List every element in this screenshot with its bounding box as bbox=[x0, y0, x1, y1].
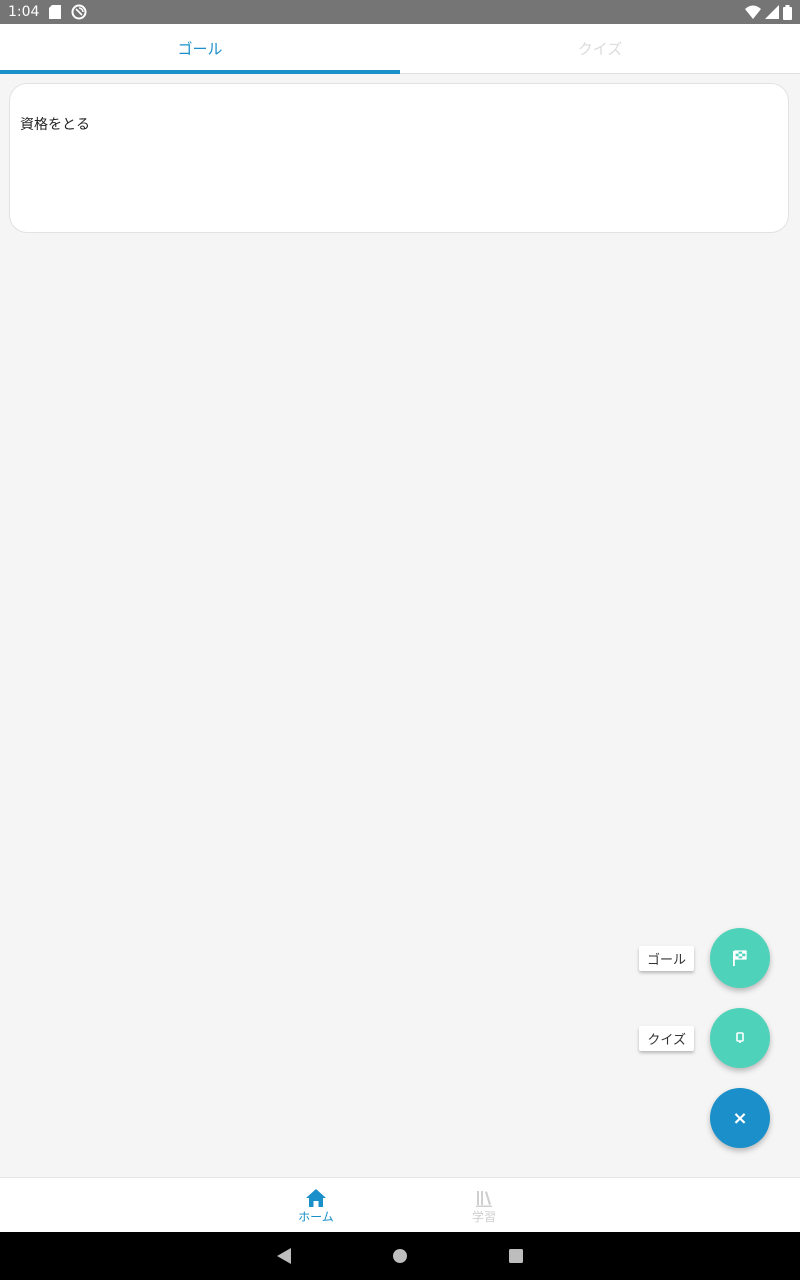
goal-card[interactable]: 資格をとる bbox=[9, 83, 789, 233]
sd-card-icon bbox=[49, 5, 62, 19]
signal-icon bbox=[765, 5, 779, 19]
home-icon bbox=[306, 1189, 326, 1207]
tab-goal[interactable]: ゴール bbox=[0, 24, 400, 74]
library-books-icon bbox=[476, 1191, 492, 1207]
tab-active-indicator bbox=[0, 70, 400, 74]
speed-dial-goal-label[interactable]: ゴール bbox=[638, 945, 694, 971]
nav-study-label: 学習 bbox=[471, 1210, 496, 1224]
close-icon: × bbox=[732, 1107, 748, 1129]
speed-dial-goal: ゴール bbox=[638, 928, 770, 988]
top-tabs: ゴール クイズ bbox=[0, 24, 800, 74]
checkered-flag-icon bbox=[733, 950, 747, 966]
nav-home-icon-wrap bbox=[305, 1186, 327, 1208]
tab-goal-label: ゴール bbox=[177, 40, 223, 58]
nav-home-label: ホーム bbox=[298, 1210, 334, 1224]
nav-study[interactable]: 学習 bbox=[450, 1178, 518, 1233]
wifi-icon bbox=[745, 5, 761, 19]
system-nav-bar bbox=[0, 1232, 800, 1280]
recents-icon[interactable] bbox=[508, 1248, 524, 1264]
status-bar: 1:04 bbox=[0, 0, 800, 24]
goal-card-text: 資格をとる bbox=[20, 117, 90, 133]
nav-study-icon-wrap bbox=[474, 1186, 494, 1208]
back-icon[interactable] bbox=[276, 1247, 292, 1265]
close-speed-dial-button[interactable]: × bbox=[710, 1088, 770, 1148]
status-time: 1:04 bbox=[8, 4, 40, 20]
question-card-icon bbox=[736, 1032, 744, 1043]
speed-dial-main: × bbox=[710, 1088, 770, 1148]
tab-quiz[interactable]: クイズ bbox=[400, 24, 800, 73]
nav-home[interactable]: ホーム bbox=[282, 1178, 350, 1233]
sync-icon bbox=[71, 4, 87, 20]
status-right bbox=[745, 4, 792, 20]
add-quiz-button[interactable] bbox=[710, 1008, 770, 1068]
speed-dial-quiz: クイズ bbox=[639, 1008, 770, 1068]
speed-dial-quiz-label[interactable]: クイズ bbox=[639, 1025, 694, 1051]
tab-quiz-label: クイズ bbox=[577, 40, 623, 58]
add-goal-button[interactable] bbox=[710, 928, 770, 988]
bottom-nav: ホーム 学習 bbox=[0, 1177, 800, 1233]
status-left: 1:04 bbox=[8, 4, 87, 20]
battery-icon bbox=[783, 4, 792, 20]
home-circle-icon[interactable] bbox=[392, 1248, 408, 1264]
